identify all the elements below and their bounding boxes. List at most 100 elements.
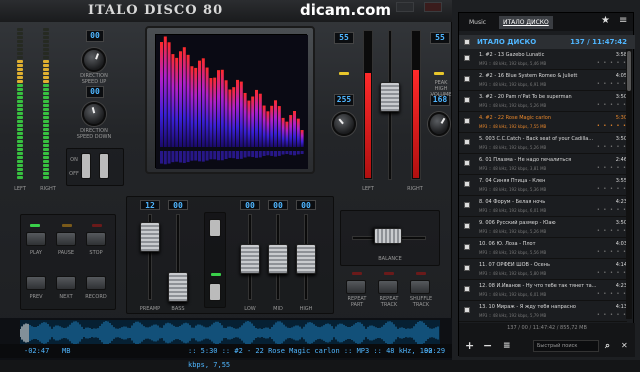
- rating-dots[interactable]: • • • • •: [597, 144, 627, 150]
- playlist-row[interactable]: 1. #2 - 13 Gazebo Lunatic 3:58 MP3 :: 48 k…: [459, 49, 627, 70]
- playlist-row[interactable]: 3. #2 - 20 Pam n'Pat To be superman 3:50 M…: [459, 91, 627, 112]
- spectrum-reflection: [274, 151, 277, 157]
- playlist-row[interactable]: 12. 08 И.Иванов - Ну что тебе так тянет …: [459, 280, 627, 301]
- search-icon[interactable]: ⌕: [605, 339, 610, 353]
- playlist-row[interactable]: 2. #2 - 16 Blue System Romeo & Juliett 4:…: [459, 70, 627, 91]
- volume-knob-right[interactable]: [428, 112, 450, 136]
- play-button[interactable]: [26, 232, 46, 246]
- volume-knob-left[interactable]: [332, 112, 356, 136]
- playlist-row[interactable]: 9. 006 Русский размер - Юаю 3:50 MP3 :: 48…: [459, 217, 627, 238]
- toggle-switch-2[interactable]: [99, 153, 109, 179]
- row-checkbox[interactable]: [464, 181, 470, 187]
- low-fader[interactable]: [240, 244, 260, 274]
- rating-dots[interactable]: • • • • •: [597, 291, 627, 297]
- vu-led: [43, 132, 49, 135]
- row-checkbox[interactable]: [464, 265, 470, 271]
- vu-led: [17, 76, 23, 79]
- repeat-track-button[interactable]: [378, 280, 398, 294]
- eq-on-switch[interactable]: [209, 219, 221, 237]
- row-checkbox[interactable]: [464, 97, 470, 103]
- vu-led: [17, 60, 23, 63]
- out-left-label: LEFT: [362, 186, 374, 192]
- playlist-row[interactable]: 4. #2 - 22 Rose Magic carlon 5:30 MP3 :: 4…: [459, 112, 627, 133]
- preamp-fader[interactable]: [140, 222, 160, 252]
- spectrum-bar: [300, 130, 304, 147]
- rating-dots[interactable]: • • • • •: [597, 81, 627, 87]
- waveform-seekbar[interactable]: [19, 320, 440, 346]
- playlist-row[interactable]: 7. 04 Синяя Птица - Клен 3:55 MP3 :: 48 kH…: [459, 175, 627, 196]
- playlist-row[interactable]: 13. 10 Мираж - Я жду тебя напрасно 4:13 MP…: [459, 301, 627, 322]
- tab-italo-disco[interactable]: ИТАЛО ДИСКО: [499, 16, 553, 29]
- playlist-row[interactable]: 10. 06 Ю. Лоза - Плот 4:03 MP3 :: 48 kHz, …: [459, 238, 627, 259]
- repeat-track-label: REPEAT TRACK: [379, 296, 399, 308]
- window-button[interactable]: [396, 2, 414, 12]
- rating-dots[interactable]: • • • • •: [597, 312, 627, 318]
- row-checkbox[interactable]: [464, 244, 470, 250]
- playlist-row[interactable]: 6. 01 Плазма - Не надо печалиться 2:46 MP3…: [459, 154, 627, 175]
- tab-music[interactable]: Music: [465, 16, 490, 29]
- playlist-row[interactable]: 5. 003 C.C.Catch - Back seat of your Cad…: [459, 133, 627, 154]
- remove-button[interactable]: −: [483, 339, 492, 353]
- eq-preset-switch[interactable]: [209, 283, 221, 301]
- rating-dots[interactable]: • • • • •: [597, 270, 627, 276]
- menu-icon[interactable]: ≡: [619, 15, 627, 26]
- row-checkbox[interactable]: [464, 55, 470, 61]
- star-icon[interactable]: ★: [601, 15, 610, 26]
- stop-button[interactable]: [86, 232, 106, 246]
- record-button[interactable]: [86, 276, 106, 290]
- master-fader[interactable]: [380, 82, 400, 112]
- rating-dots[interactable]: • • • • •: [597, 123, 627, 129]
- vu-led: [43, 120, 49, 123]
- vu-led: [17, 160, 23, 163]
- close-icon[interactable]: ✕: [621, 339, 628, 353]
- row-checkbox[interactable]: [464, 223, 470, 229]
- add-button[interactable]: +: [465, 339, 474, 353]
- select-all-checkbox[interactable]: [464, 39, 470, 45]
- vu-led: [17, 68, 23, 71]
- toggle-switch-1[interactable]: [81, 153, 91, 179]
- row-checkbox[interactable]: [464, 160, 470, 166]
- rating-dots[interactable]: • • • • •: [597, 186, 627, 192]
- mid-fader[interactable]: [268, 244, 288, 274]
- repeat-part-button[interactable]: [346, 280, 366, 294]
- speed-knob[interactable]: [82, 48, 106, 72]
- row-checkbox[interactable]: [464, 307, 470, 313]
- tempo-knob[interactable]: [82, 102, 106, 126]
- row-checkbox[interactable]: [464, 286, 470, 292]
- rec-button[interactable]: [424, 2, 442, 12]
- rating-dots[interactable]: • • • • •: [597, 228, 627, 234]
- spectrum-bar: [293, 111, 296, 147]
- time-remaining: 00:29: [424, 347, 446, 355]
- row-checkbox[interactable]: [464, 118, 470, 124]
- mid-label: MID: [273, 306, 283, 312]
- balance-slider[interactable]: [374, 228, 402, 244]
- rating-dots[interactable]: • • • • •: [597, 102, 627, 108]
- row-checkbox[interactable]: [464, 139, 470, 145]
- list-menu-button[interactable]: ≡: [503, 339, 511, 353]
- spectrum-bar: [186, 54, 190, 147]
- shuffle-button[interactable]: [410, 280, 430, 294]
- prev-label: PREV: [29, 294, 43, 300]
- track-title: 2. #2 - 16 Blue System Romeo & Juliett: [479, 73, 578, 79]
- high-fader[interactable]: [296, 244, 316, 274]
- rating-dots[interactable]: • • • • •: [597, 249, 627, 255]
- bass-fader[interactable]: [168, 272, 188, 302]
- track-meta: MP3 :: 48 kHz, 192 kbps, 5,26 MB: [479, 103, 547, 108]
- bass-display: 00: [168, 200, 188, 210]
- row-checkbox[interactable]: [464, 76, 470, 82]
- next-button[interactable]: [56, 276, 76, 290]
- playlist-row[interactable]: 8. 04 Форум - Белая ночь 4:23 MP3 :: 48 kH…: [459, 196, 627, 217]
- playlist-row[interactable]: 11. 07 ОРФЕЙ ШОВ - Осень 4:14 MP3 :: 48 kH…: [459, 259, 627, 280]
- rating-dots[interactable]: • • • • •: [597, 207, 627, 213]
- scroll-thumb[interactable]: [627, 51, 631, 91]
- prev-button[interactable]: [26, 276, 46, 290]
- spectrum-reflection: [205, 151, 209, 161]
- rating-dots[interactable]: • • • • •: [597, 165, 627, 171]
- pause-button[interactable]: [56, 232, 76, 246]
- search-input[interactable]: Быстрый поиск: [533, 340, 599, 352]
- playlist-scrollbar[interactable]: [626, 49, 632, 319]
- rating-dots[interactable]: • • • • •: [597, 60, 627, 66]
- spectrum-bar: [258, 93, 262, 147]
- spectrum-reflection: [258, 151, 262, 158]
- row-checkbox[interactable]: [464, 202, 470, 208]
